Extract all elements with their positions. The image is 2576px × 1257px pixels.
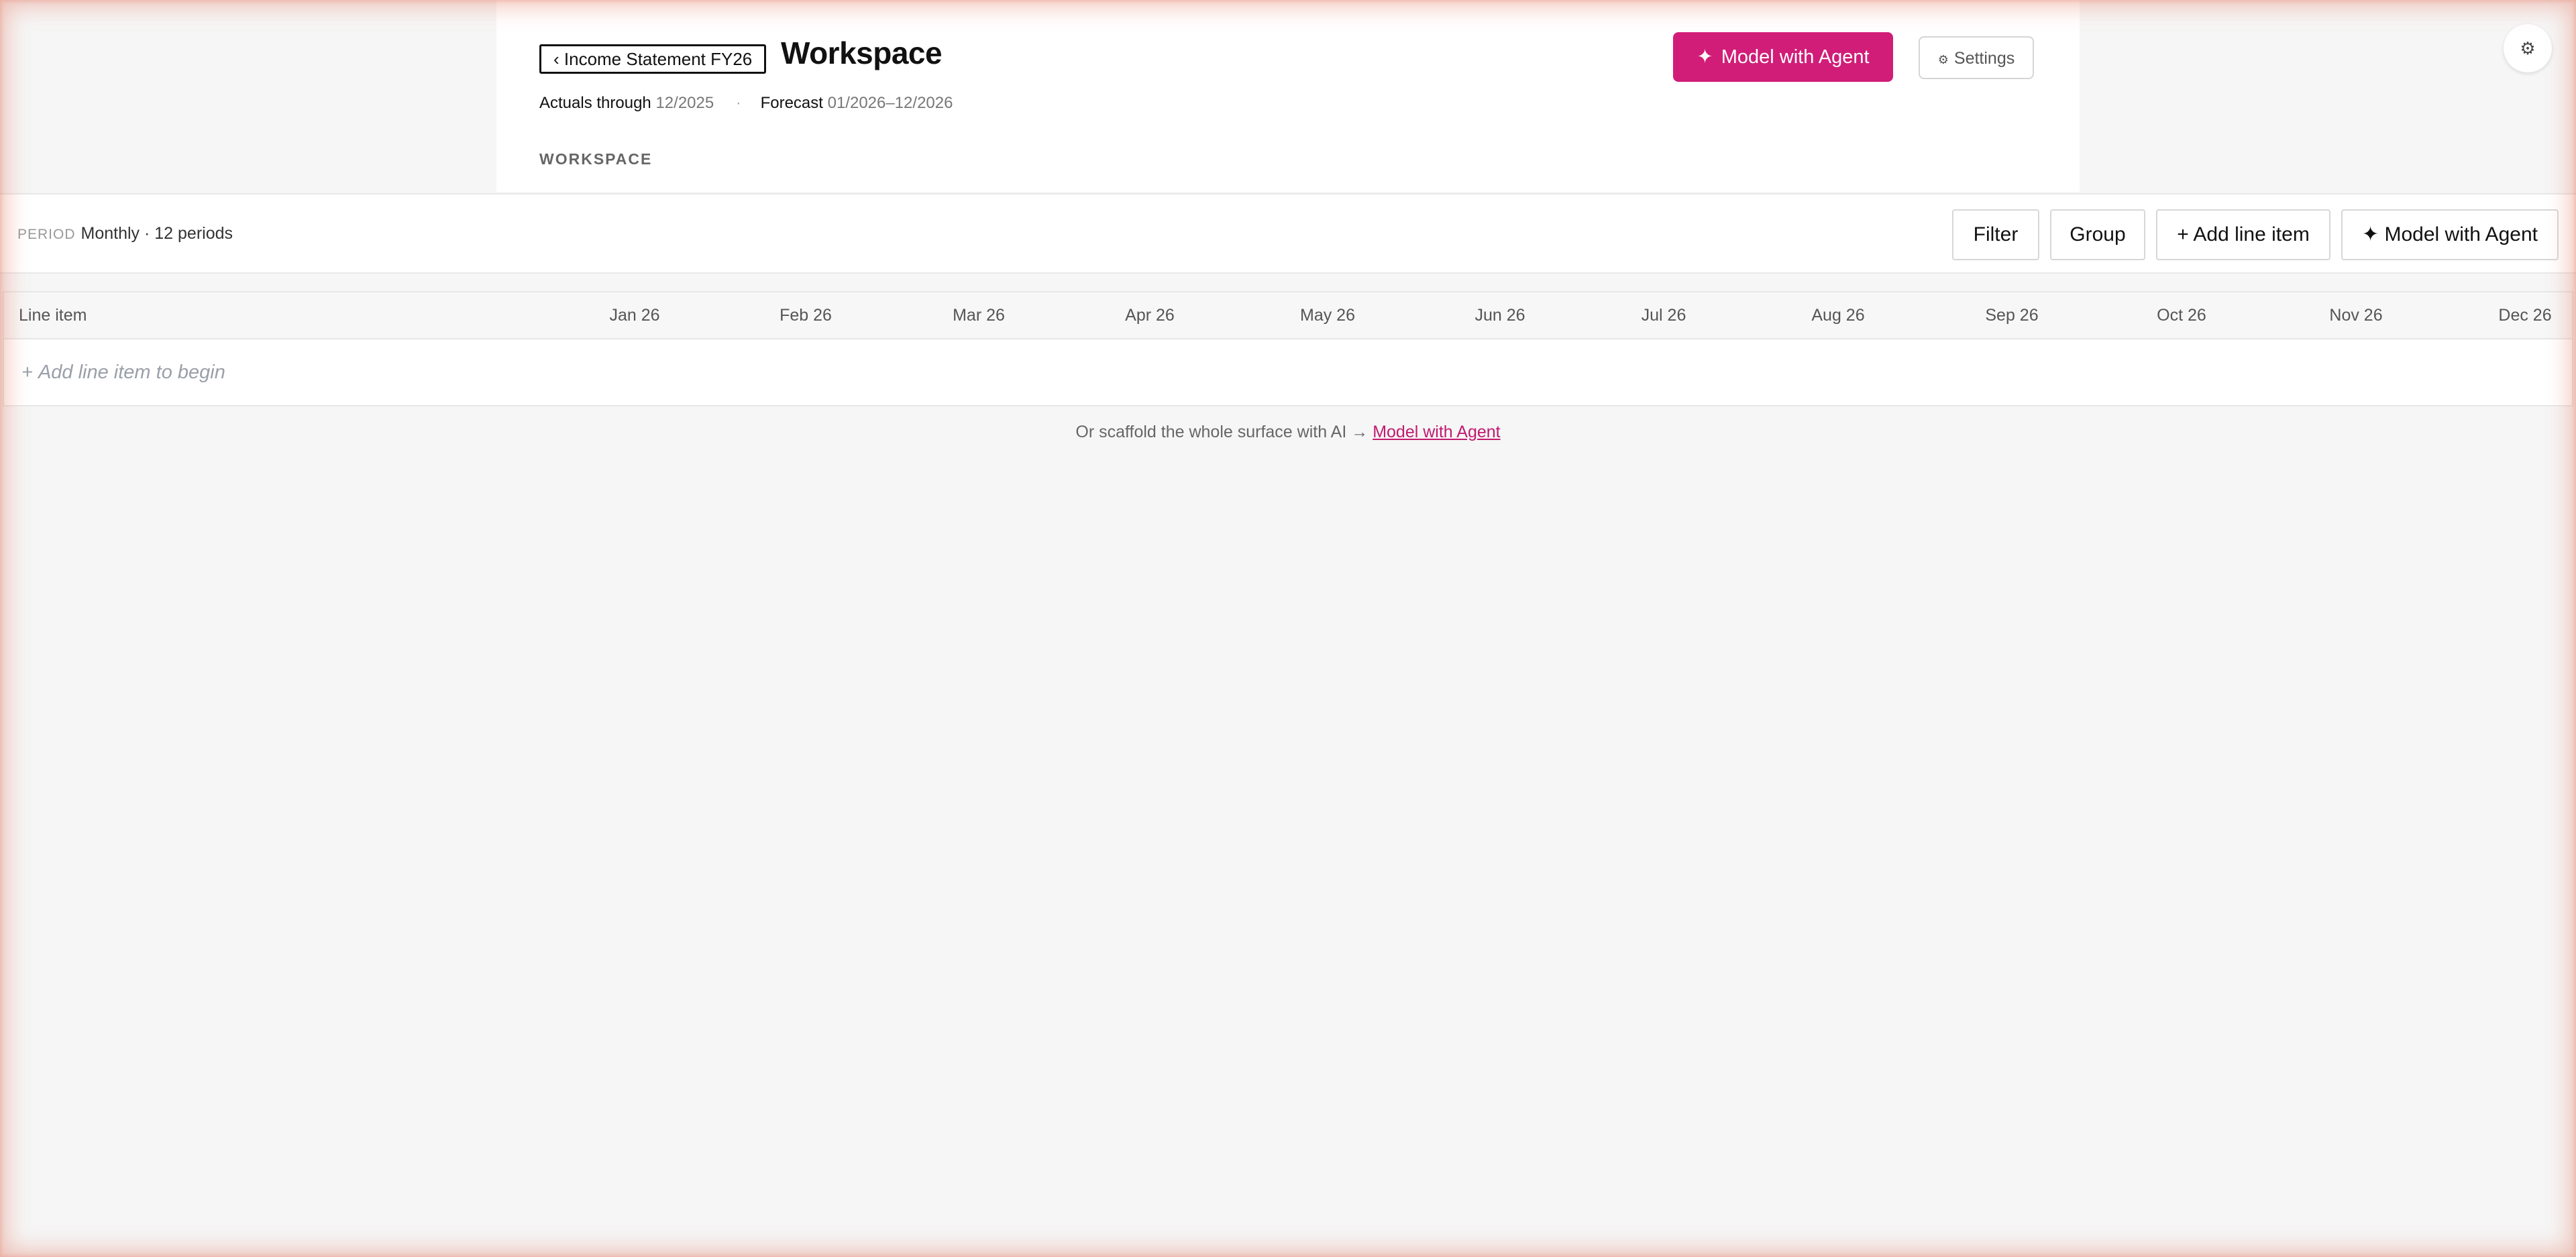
meta-separator: · bbox=[735, 94, 741, 112]
line-item-table: Line item Jan 26 Feb 26 Mar 26 Apr 26 Ma… bbox=[3, 291, 2573, 406]
column-header-month: Jun 26 bbox=[1474, 306, 1525, 325]
back-to-income-statement-button[interactable]: ‹ Income Statement FY26 bbox=[539, 44, 767, 74]
column-header-month: Jul 26 bbox=[1641, 306, 1686, 325]
toolbar-model-with-agent-button[interactable]: ✦ Model with Agent bbox=[2341, 209, 2559, 260]
plus-icon: + bbox=[21, 362, 33, 383]
forecast-value: 01/2026–12/2026 bbox=[827, 94, 953, 112]
period-selector[interactable]: PERIOD Monthly · 12 periods bbox=[17, 195, 233, 274]
column-header-line-item: Line item bbox=[19, 306, 87, 325]
add-line-item-prompt: Add line item to begin bbox=[38, 362, 225, 383]
column-header-month: Dec 26 bbox=[2498, 306, 2552, 325]
actuals-value: 12/2025 bbox=[655, 94, 714, 112]
gear-icon: ⚙ bbox=[1937, 53, 1949, 66]
column-header-month: Mar 26 bbox=[953, 306, 1005, 325]
scaffold-hint-text: Or scaffold the whole surface with AI → bbox=[1075, 423, 1368, 441]
scaffold-hint: Or scaffold the whole surface with AI → … bbox=[0, 423, 2576, 442]
filter-button[interactable]: Filter bbox=[1952, 209, 2039, 260]
settings-label: Settings bbox=[1953, 49, 2015, 68]
toolbar: PERIOD Monthly · 12 periods Filter Group … bbox=[0, 193, 2576, 274]
column-header-month: Sep 26 bbox=[1985, 306, 2039, 325]
period-value: Monthly · 12 periods bbox=[80, 224, 233, 243]
column-header-month: Aug 26 bbox=[1811, 306, 1865, 325]
add-line-item-button[interactable]: + Add line item bbox=[2156, 209, 2330, 260]
period-summary: Actuals through 12/2025 · Forecast 01/20… bbox=[539, 94, 953, 113]
column-header-month: Jan 26 bbox=[609, 306, 660, 325]
column-header-month: Apr 26 bbox=[1125, 306, 1175, 325]
settings-button[interactable]: ⚙ Settings bbox=[1919, 36, 2034, 79]
model-with-agent-button[interactable]: ✦ Model with Agent bbox=[1673, 32, 1893, 82]
column-header-month: Nov 26 bbox=[2329, 306, 2383, 325]
column-header-month: Feb 26 bbox=[780, 306, 832, 325]
sparkle-icon: ✦ bbox=[1697, 46, 1713, 68]
model-with-agent-label: Model with Agent bbox=[1721, 46, 1870, 68]
page-title: Workspace bbox=[781, 36, 943, 70]
section-label: WORKSPACE bbox=[539, 150, 653, 168]
actuals-label: Actuals through bbox=[539, 94, 651, 112]
table-header: Line item Jan 26 Feb 26 Mar 26 Apr 26 Ma… bbox=[4, 292, 2572, 339]
add-line-item-row[interactable]: + Add line item to begin bbox=[21, 339, 225, 405]
workspace-header: ‹ Income Statement FY26 Workspace Actual… bbox=[496, 0, 2080, 192]
model-with-agent-link[interactable]: Model with Agent bbox=[1373, 423, 1500, 441]
column-header-month: May 26 bbox=[1300, 306, 1355, 325]
period-label: PERIOD bbox=[17, 227, 76, 242]
column-header-month: Oct 26 bbox=[2157, 306, 2206, 325]
group-button[interactable]: Group bbox=[2050, 209, 2145, 260]
forecast-label: Forecast bbox=[760, 94, 823, 112]
floating-settings-icon[interactable]: ⚙ bbox=[2504, 24, 2552, 72]
